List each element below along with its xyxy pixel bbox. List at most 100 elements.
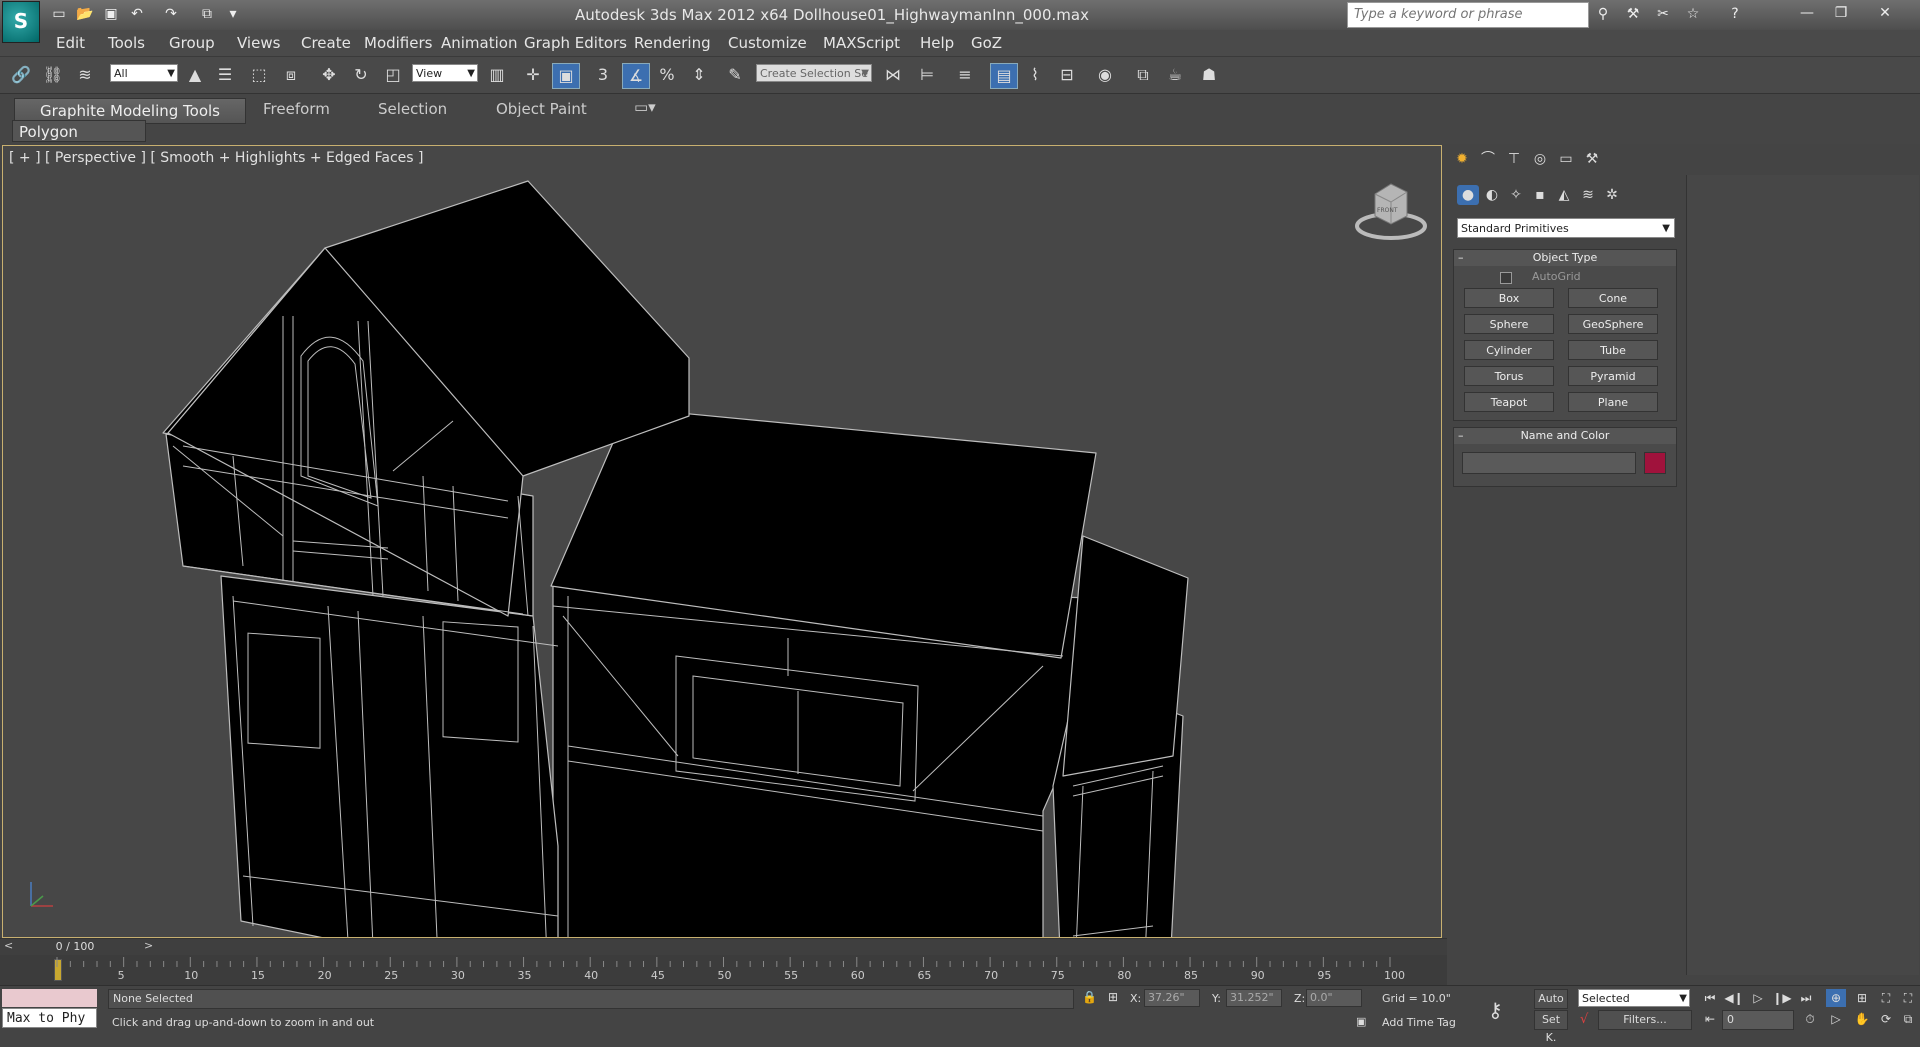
frame-counter[interactable]: 0 / 100	[0, 940, 150, 954]
help-icon[interactable]: ?	[1724, 4, 1746, 24]
close-button[interactable]: ✕	[1870, 2, 1900, 24]
snaps-toggle-icon[interactable]: 3	[590, 63, 616, 87]
name-and-color-header[interactable]: – Name and Color	[1454, 428, 1676, 444]
menu-tools[interactable]: Tools	[108, 34, 145, 52]
layer-manager-icon[interactable]: ≡	[952, 63, 978, 87]
favorites-star-icon[interactable]: ☆	[1682, 4, 1704, 24]
select-and-rotate-icon[interactable]: ↻	[348, 63, 374, 87]
menu-help[interactable]: Help	[920, 34, 954, 52]
reference-coordinate-dropdown[interactable]: View ▼	[412, 64, 478, 82]
orbit-icon[interactable]: ⟳	[1876, 1010, 1896, 1028]
menu-maxscript[interactable]: MAXScript	[823, 34, 900, 52]
menu-group[interactable]: Group	[169, 34, 215, 52]
select-and-move-icon[interactable]: ✥	[316, 63, 342, 87]
communication-center-icon[interactable]: ✂	[1652, 4, 1674, 24]
motion-tab-icon[interactable]: ◎	[1529, 149, 1551, 169]
menu-create[interactable]: Create	[301, 34, 351, 52]
viewcube-icon[interactable]: FRONT	[1353, 176, 1433, 246]
z-coordinate-field[interactable]: 0.0"	[1306, 989, 1362, 1007]
render-production-icon[interactable]: ☗	[1196, 63, 1222, 87]
key-mode-icon[interactable]: ⇤	[1700, 1010, 1720, 1028]
rendered-frame-window-icon[interactable]: ☕	[1162, 63, 1188, 87]
pivot-center-icon[interactable]: ▥	[484, 63, 510, 87]
autogrid-checkbox[interactable]	[1500, 272, 1512, 284]
add-time-tag[interactable]: Add Time Tag	[1382, 1016, 1456, 1029]
tab-freeform[interactable]: Freeform	[263, 100, 330, 118]
material-editor-icon[interactable]: ◉	[1092, 63, 1118, 87]
zoom-extents-icon[interactable]: ⛶	[1876, 989, 1896, 1007]
cameras-icon[interactable]: ▪	[1529, 185, 1551, 205]
menu-graph-editors[interactable]: Graph Editors	[524, 34, 627, 52]
zoom-all-icon[interactable]: ⊞	[1852, 989, 1872, 1007]
helpers-icon[interactable]: ◭	[1553, 185, 1575, 205]
graphite-toggle-icon[interactable]: ▤	[990, 63, 1018, 89]
perspective-viewport[interactable]: [ + ] [ Perspective ] [ Smooth + Highlig…	[2, 145, 1442, 938]
object-type-header[interactable]: – Object Type	[1454, 250, 1676, 266]
object-color-swatch[interactable]	[1644, 452, 1666, 474]
time-configuration-icon[interactable]: ⏱	[1800, 1010, 1820, 1028]
align-icon[interactable]: ⊨	[914, 63, 940, 87]
menu-customize[interactable]: Customize	[728, 34, 807, 52]
maximize-viewport-icon[interactable]: ⧉	[1898, 1010, 1918, 1028]
maxscript-listener-output[interactable]	[2, 989, 97, 1007]
go-to-end-icon[interactable]: ⏭	[1796, 989, 1816, 1007]
y-coordinate-field[interactable]: 31.252"	[1226, 989, 1282, 1007]
menu-rendering[interactable]: Rendering	[634, 34, 711, 52]
maximize-button[interactable]: ❐	[1826, 2, 1856, 24]
select-and-scale-icon[interactable]: ◰	[380, 63, 406, 87]
key-icon[interactable]: ⚷	[1488, 998, 1503, 1022]
dollhouse-model[interactable]	[3, 146, 1442, 938]
select-object-icon[interactable]: ▲	[182, 63, 208, 87]
open-file-icon[interactable]: 📂	[74, 4, 96, 24]
previous-frame-icon[interactable]: ◀❙	[1724, 989, 1744, 1007]
tab-selection[interactable]: Selection	[378, 100, 447, 118]
key-filters-button[interactable]: Filters...	[1598, 1010, 1692, 1030]
go-to-start-icon[interactable]: ⏮	[1700, 989, 1720, 1007]
torus-button[interactable]: Torus	[1464, 366, 1554, 386]
teapot-button[interactable]: Teapot	[1464, 392, 1554, 412]
maxscript-mini-listener[interactable]: Max to Phy	[2, 1008, 97, 1028]
quick-access-menu-icon[interactable]: ▾	[222, 4, 244, 24]
play-icon[interactable]: ▷	[1748, 989, 1768, 1007]
rectangular-selection-icon[interactable]: ⬚	[246, 63, 272, 87]
menu-animation[interactable]: Animation	[441, 34, 517, 52]
zoom-extents-all-icon[interactable]: ⛶	[1898, 989, 1918, 1007]
unlink-icon[interactable]: ⛓	[40, 63, 66, 87]
shapes-icon[interactable]: ◐	[1481, 185, 1503, 205]
geosphere-button[interactable]: GeoSphere	[1568, 314, 1658, 334]
search-box[interactable]	[1347, 2, 1589, 28]
pyramid-button[interactable]: Pyramid	[1568, 366, 1658, 386]
absolute-mode-icon[interactable]: ⊞	[1108, 990, 1118, 1004]
pan-view-icon[interactable]: ✋	[1852, 1010, 1872, 1028]
select-and-link-icon[interactable]: 🔗	[8, 63, 34, 87]
undo-icon[interactable]: ↶	[126, 4, 148, 24]
space-warps-icon[interactable]: ≋	[1577, 185, 1599, 205]
lights-icon[interactable]: ✧	[1505, 185, 1527, 205]
next-frame-icon[interactable]: ❙▶	[1772, 989, 1792, 1007]
subscription-icon[interactable]: ⚒	[1622, 4, 1644, 24]
menu-edit[interactable]: Edit	[56, 34, 85, 52]
ribbon-options-icon[interactable]: ▭▾	[634, 98, 656, 116]
keyboard-shortcut-override-icon[interactable]: ▣	[552, 63, 580, 89]
schematic-view-icon[interactable]: ⊟	[1054, 63, 1080, 87]
select-and-manipulate-icon[interactable]: ✛	[520, 63, 546, 87]
plane-button[interactable]: Plane	[1568, 392, 1658, 412]
window-crossing-icon[interactable]: ⧈	[278, 63, 304, 87]
current-frame-field[interactable]: 0	[1722, 1010, 1794, 1030]
edit-named-selection-icon[interactable]: ✎	[722, 63, 748, 87]
menu-modifiers[interactable]: Modifiers	[364, 34, 432, 52]
track-bar[interactable]: 5 10 15 20 25 30 35 40 45 50 55 60 65 70 75 80 85 90 95 100	[0, 955, 1447, 985]
redo-icon[interactable]: ↷	[160, 4, 182, 24]
save-file-icon[interactable]: ▣	[100, 4, 122, 24]
new-file-icon[interactable]: ▭	[48, 4, 70, 24]
display-tab-icon[interactable]: ▭	[1555, 149, 1577, 169]
tab-object-paint[interactable]: Object Paint	[496, 100, 587, 118]
mirror-icon[interactable]: ⋈	[880, 63, 906, 87]
minimize-button[interactable]: —	[1792, 2, 1822, 24]
bind-space-warp-icon[interactable]: ≋	[72, 63, 98, 87]
set-key-button[interactable]: Set K.	[1534, 1010, 1568, 1044]
zoom-viewport-icon[interactable]: ⊕	[1826, 989, 1846, 1007]
auto-key-button[interactable]: Auto	[1534, 989, 1568, 1009]
angle-snap-icon[interactable]: ∡	[622, 63, 650, 89]
primitive-category-dropdown[interactable]: Standard Primitives ▼	[1457, 218, 1675, 238]
